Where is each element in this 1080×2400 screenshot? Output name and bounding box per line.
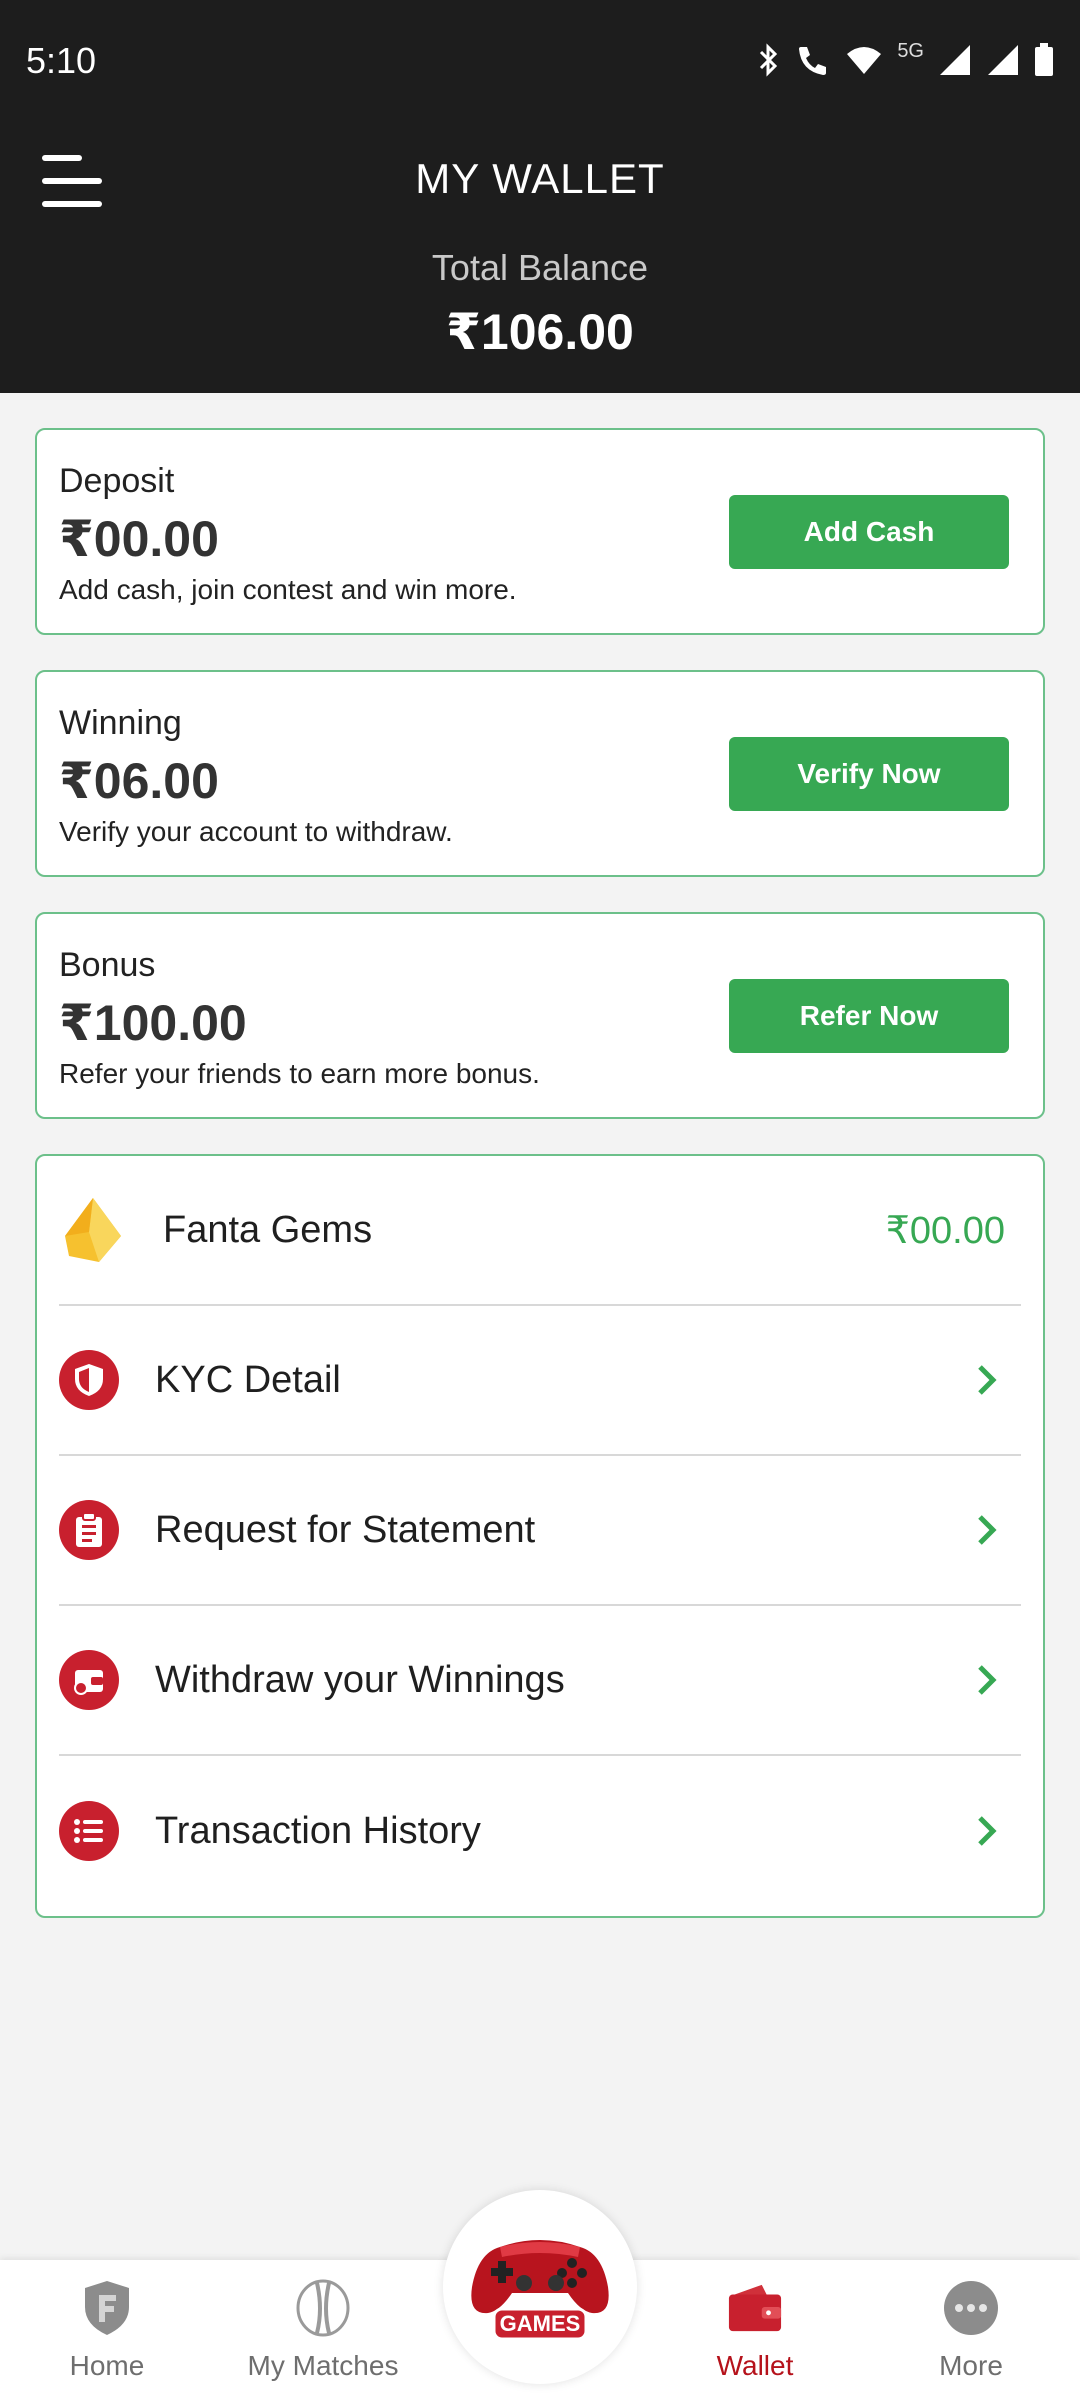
menu-item-withdraw-winnings[interactable]: Withdraw your Winnings [59, 1606, 1021, 1756]
network-type: 5G [897, 40, 924, 62]
winning-description: Verify your account to withdraw. [59, 816, 453, 847]
add-cash-button[interactable]: Add Cash [729, 495, 1009, 569]
signal-icon [940, 44, 970, 75]
request-statement-label: Request for Statement [155, 1508, 536, 1551]
withdraw-winnings-label: Withdraw your Winnings [155, 1658, 565, 1701]
list-icon [59, 1801, 119, 1861]
nav-home-label: Home [69, 2350, 145, 2381]
total-balance-value: ₹106.00 [446, 304, 634, 360]
more-icon [943, 2278, 999, 2338]
bonus-card: Bonus ₹100.00 Refer your friends to earn… [35, 912, 1045, 1119]
deposit-amount: ₹00.00 [59, 511, 219, 567]
clipboard-icon [59, 1500, 119, 1560]
gem-icon [65, 1198, 121, 1262]
wallet-nav-icon [727, 2278, 783, 2338]
games-label: GAMES [500, 2311, 581, 2336]
menu-item-request-statement[interactable]: Request for Statement [59, 1456, 1021, 1606]
gamepad-icon: GAMES [471, 2240, 609, 2341]
winning-amount: ₹06.00 [59, 753, 219, 809]
wifi-icon [847, 46, 882, 74]
bonus-label: Bonus [59, 946, 156, 984]
bonus-description: Refer your friends to earn more bonus. [59, 1058, 540, 1089]
chevron-right-icon [967, 1660, 1007, 1700]
page-title: MY WALLET [415, 155, 665, 202]
chevron-right-icon [967, 1510, 1007, 1550]
fanta-gems-label: Fanta Gems [163, 1208, 373, 1251]
transaction-history-label: Transaction History [155, 1809, 481, 1852]
menu-item-kyc-detail[interactable]: KYC Detail [59, 1306, 1021, 1456]
deposit-card: Deposit ₹00.00 Add cash, join contest an… [35, 428, 1045, 635]
chevron-right-icon [967, 1811, 1007, 1851]
nav-more-label: More [939, 2350, 1003, 2381]
nav-my-matches[interactable]: My Matches [233, 2278, 413, 2398]
home-shield-icon [79, 2278, 135, 2338]
deposit-description: Add cash, join contest and win more. [59, 574, 517, 605]
shield-icon [59, 1350, 119, 1410]
fanta-gems-row[interactable]: Fanta Gems ₹00.00 [59, 1156, 1021, 1306]
nav-my-matches-label: My Matches [247, 2350, 399, 2381]
trophy-icon [295, 2278, 351, 2338]
status-bar: 5:10 5G [0, 0, 1080, 125]
chevron-right-icon [967, 1360, 1007, 1400]
games-button[interactable]: GAMES [443, 2190, 637, 2384]
signal-icon-2 [988, 44, 1018, 75]
verify-now-button[interactable]: Verify Now [729, 737, 1009, 811]
kyc-detail-label: KYC Detail [155, 1358, 341, 1401]
battery-icon [1035, 42, 1053, 76]
status-icons: 5G [755, 40, 1054, 79]
bonus-amount: ₹100.00 [59, 995, 247, 1051]
nav-more[interactable]: More [881, 2278, 1061, 2398]
winning-card: Winning ₹06.00 Verify your account to wi… [35, 670, 1045, 877]
wallet-menu: Fanta Gems ₹00.00 KYC Detail Request for… [35, 1154, 1045, 1918]
nav-wallet-label: Wallet [716, 2350, 794, 2381]
fanta-gems-value: ₹00.00 [885, 1209, 1005, 1252]
wallet-header: MY WALLET Total Balance ₹106.00 [0, 125, 1080, 393]
wifi-call-icon [799, 46, 827, 75]
nav-home[interactable]: Home [17, 2278, 197, 2398]
wallet-icon [59, 1650, 119, 1710]
deposit-label: Deposit [59, 462, 175, 500]
status-time: 5:10 [26, 40, 97, 81]
refer-now-button[interactable]: Refer Now [729, 979, 1009, 1053]
total-balance-label: Total Balance [431, 247, 649, 288]
nav-wallet[interactable]: Wallet [665, 2278, 845, 2398]
bluetooth-icon [760, 42, 778, 77]
winning-label: Winning [59, 704, 182, 742]
menu-item-transaction-history[interactable]: Transaction History [59, 1756, 1021, 1906]
